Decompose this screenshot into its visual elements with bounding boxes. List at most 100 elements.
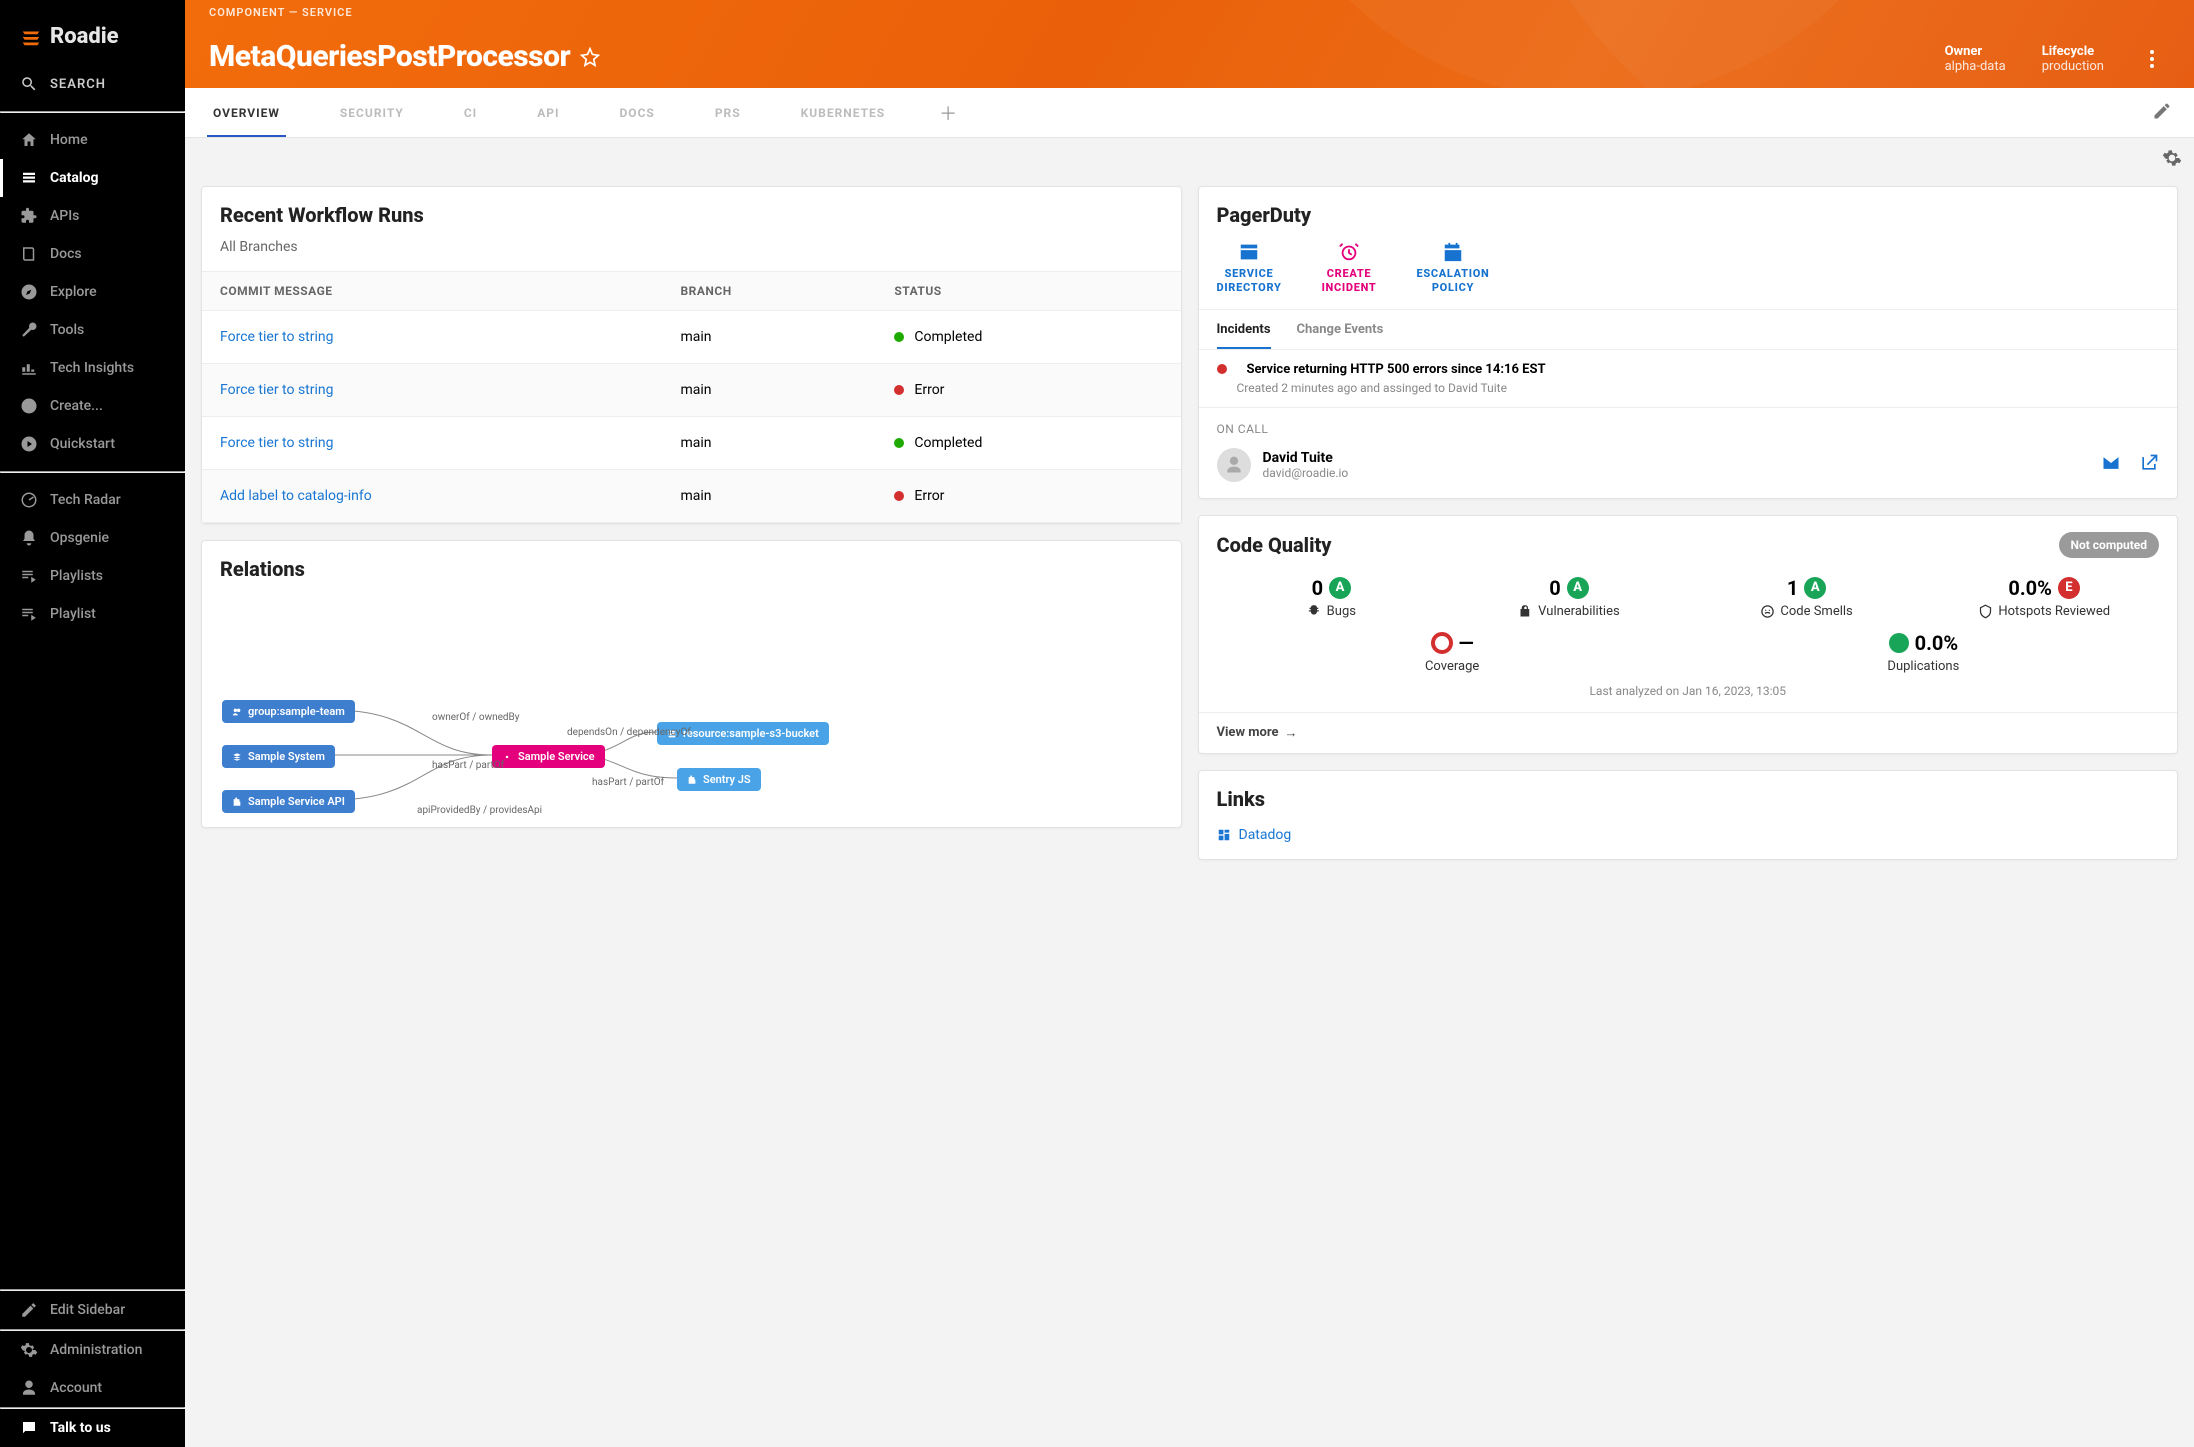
commit-link[interactable]: Force tier to string (220, 329, 334, 345)
node-system[interactable]: Sample System (222, 745, 335, 768)
open-external-button[interactable] (2139, 453, 2159, 477)
tab-ci[interactable]: CI (458, 89, 483, 137)
view-more-button[interactable]: View more→ (1199, 712, 2178, 753)
tab-kubernetes[interactable]: KUBERNETES (795, 89, 892, 137)
sidebar: Roadie SEARCH Home Catalog APIs Docs Exp… (0, 0, 185, 1447)
table-row[interactable]: Force tier to string main Completed (202, 417, 1181, 470)
commit-link[interactable]: Force tier to string (220, 382, 334, 398)
calendar-icon (1442, 241, 1464, 263)
brand-row[interactable]: Roadie (0, 0, 185, 65)
sidebar-item-techinsights[interactable]: Tech Insights (0, 349, 185, 387)
grade-badge: E (2058, 577, 2080, 599)
search-button[interactable]: SEARCH (0, 65, 185, 111)
dup-circle-icon (1889, 633, 1909, 653)
radar-icon (20, 491, 38, 509)
chat-icon (20, 1419, 38, 1437)
sidebar-item-editsidebar[interactable]: Edit Sidebar (0, 1291, 185, 1329)
link-datadog[interactable]: Datadog (1199, 817, 2178, 859)
grade-badge: A (1329, 577, 1351, 599)
sidebar-item-create[interactable]: Create... (0, 387, 185, 425)
subtab-incidents[interactable]: Incidents (1217, 310, 1271, 349)
cubes-icon (232, 752, 242, 762)
pencil-icon (2152, 101, 2172, 121)
tab-docs[interactable]: DOCS (614, 89, 661, 137)
sidebar-item-techradar[interactable]: Tech Radar (0, 481, 185, 519)
meta-owner[interactable]: Owner alpha-data (1945, 44, 2006, 74)
star-icon[interactable] (580, 47, 600, 67)
node-group[interactable]: group:sample-team (222, 700, 355, 723)
cq-metric: 0.0%E Hotspots Reviewed (1929, 576, 2159, 619)
alarm-icon (1338, 241, 1360, 263)
bell-icon (20, 529, 38, 547)
sidebar-item-account[interactable]: Account (0, 1369, 185, 1407)
gear-icon (2162, 148, 2182, 168)
tab-overview[interactable]: OVERVIEW (207, 89, 286, 137)
puzzle-icon (687, 775, 697, 785)
card-workflow-runs: Recent Workflow Runs All Branches COMMIT… (201, 186, 1182, 524)
oncall-row: David Tuite david@roadie.io (1199, 442, 2178, 498)
sidebar-item-home[interactable]: Home (0, 121, 185, 159)
group-icon (232, 707, 242, 717)
pencil-icon (20, 1301, 38, 1319)
email-button[interactable] (2101, 453, 2121, 477)
card-pagerduty: PagerDuty SERVICEDIRECTORY CREATEINCIDEN… (1198, 186, 2179, 499)
tab-security[interactable]: SECURITY (334, 89, 410, 137)
page-settings[interactable] (2162, 148, 2182, 172)
pd-escalation-policy[interactable]: ESCALATIONPOLICY (1416, 241, 1489, 295)
sidebar-item-catalog[interactable]: Catalog (0, 159, 185, 197)
subtab-changeevents[interactable]: Change Events (1297, 310, 1384, 349)
tab-edit[interactable] (2152, 101, 2172, 125)
pd-create-incident[interactable]: CREATEINCIDENT (1322, 241, 1377, 295)
grade-badge: A (1567, 577, 1589, 599)
tabbar: OVERVIEW SECURITY CI API DOCS PRS KUBERN… (185, 88, 2194, 138)
sidebar-item-playlist[interactable]: Playlist (0, 595, 185, 633)
sidebar-item-talktous[interactable]: Talk to us (0, 1409, 185, 1447)
compass-icon (20, 283, 38, 301)
table-row[interactable]: Add label to catalog-info main Error (202, 470, 1181, 523)
node-api[interactable]: Sample Service API (222, 790, 355, 813)
metric-icon (1307, 604, 1322, 619)
workflow-subtitle: All Branches (220, 239, 1163, 255)
relations-graph[interactable]: group:sample-team Sample System Sample S… (202, 597, 1181, 827)
commit-link[interactable]: Force tier to string (220, 435, 334, 451)
sidebar-item-playlists[interactable]: Playlists (0, 557, 185, 595)
metric-icon (1760, 604, 1775, 619)
card-links: Links Datadog (1198, 770, 2179, 860)
grade-badge: A (1804, 577, 1826, 599)
tab-api[interactable]: API (531, 89, 565, 137)
incident-row[interactable]: Service returning HTTP 500 errors since … (1199, 350, 2178, 408)
pd-service-directory[interactable]: SERVICEDIRECTORY (1217, 241, 1282, 295)
workflow-table: COMMIT MESSAGE BRANCH STATUS Force tier … (202, 271, 1181, 523)
node-service[interactable]: Sample Service (492, 745, 605, 768)
main: COMPONENT — SERVICE MetaQueriesPostProce… (185, 0, 2194, 1447)
sidebar-item-docs[interactable]: Docs (0, 235, 185, 273)
sidebar-item-apis[interactable]: APIs (0, 197, 185, 235)
status-dot-icon (894, 438, 904, 448)
sidebar-item-opsgenie[interactable]: Opsgenie (0, 519, 185, 557)
puzzle-icon (20, 207, 38, 225)
card-code-quality: Code Quality Not computed 0A Bugs0A Vuln… (1198, 515, 2179, 754)
kebab-menu[interactable] (2140, 50, 2164, 68)
coverage-donut-icon (1431, 632, 1453, 654)
metric-icon (1518, 604, 1533, 619)
commit-link[interactable]: Add label to catalog-info (220, 488, 372, 504)
table-row[interactable]: Force tier to string main Error (202, 364, 1181, 417)
breadcrumb: COMPONENT — SERVICE (209, 6, 2176, 19)
meta-lifecycle[interactable]: Lifecycle production (2042, 44, 2104, 74)
sidebar-item-explore[interactable]: Explore (0, 273, 185, 311)
table-row[interactable]: Force tier to string main Completed (202, 311, 1181, 364)
status-dot-icon (894, 332, 904, 342)
list-icon (20, 169, 38, 187)
node-sentry[interactable]: Sentry JS (677, 768, 761, 791)
plus-circle-icon (20, 397, 38, 415)
sidebar-item-quickstart[interactable]: Quickstart (0, 425, 185, 463)
cq-metric: 0A Vulnerabilities (1454, 576, 1684, 619)
home-icon (20, 131, 38, 149)
tab-add[interactable]: ＋ (939, 100, 957, 126)
sidebar-item-tools[interactable]: Tools (0, 311, 185, 349)
sidebar-item-administration[interactable]: Administration (0, 1331, 185, 1369)
cq-metric: 1A Code Smells (1692, 576, 1922, 619)
tab-prs[interactable]: PRS (709, 89, 747, 137)
playlist-icon (20, 567, 38, 585)
puzzle-icon (232, 797, 242, 807)
